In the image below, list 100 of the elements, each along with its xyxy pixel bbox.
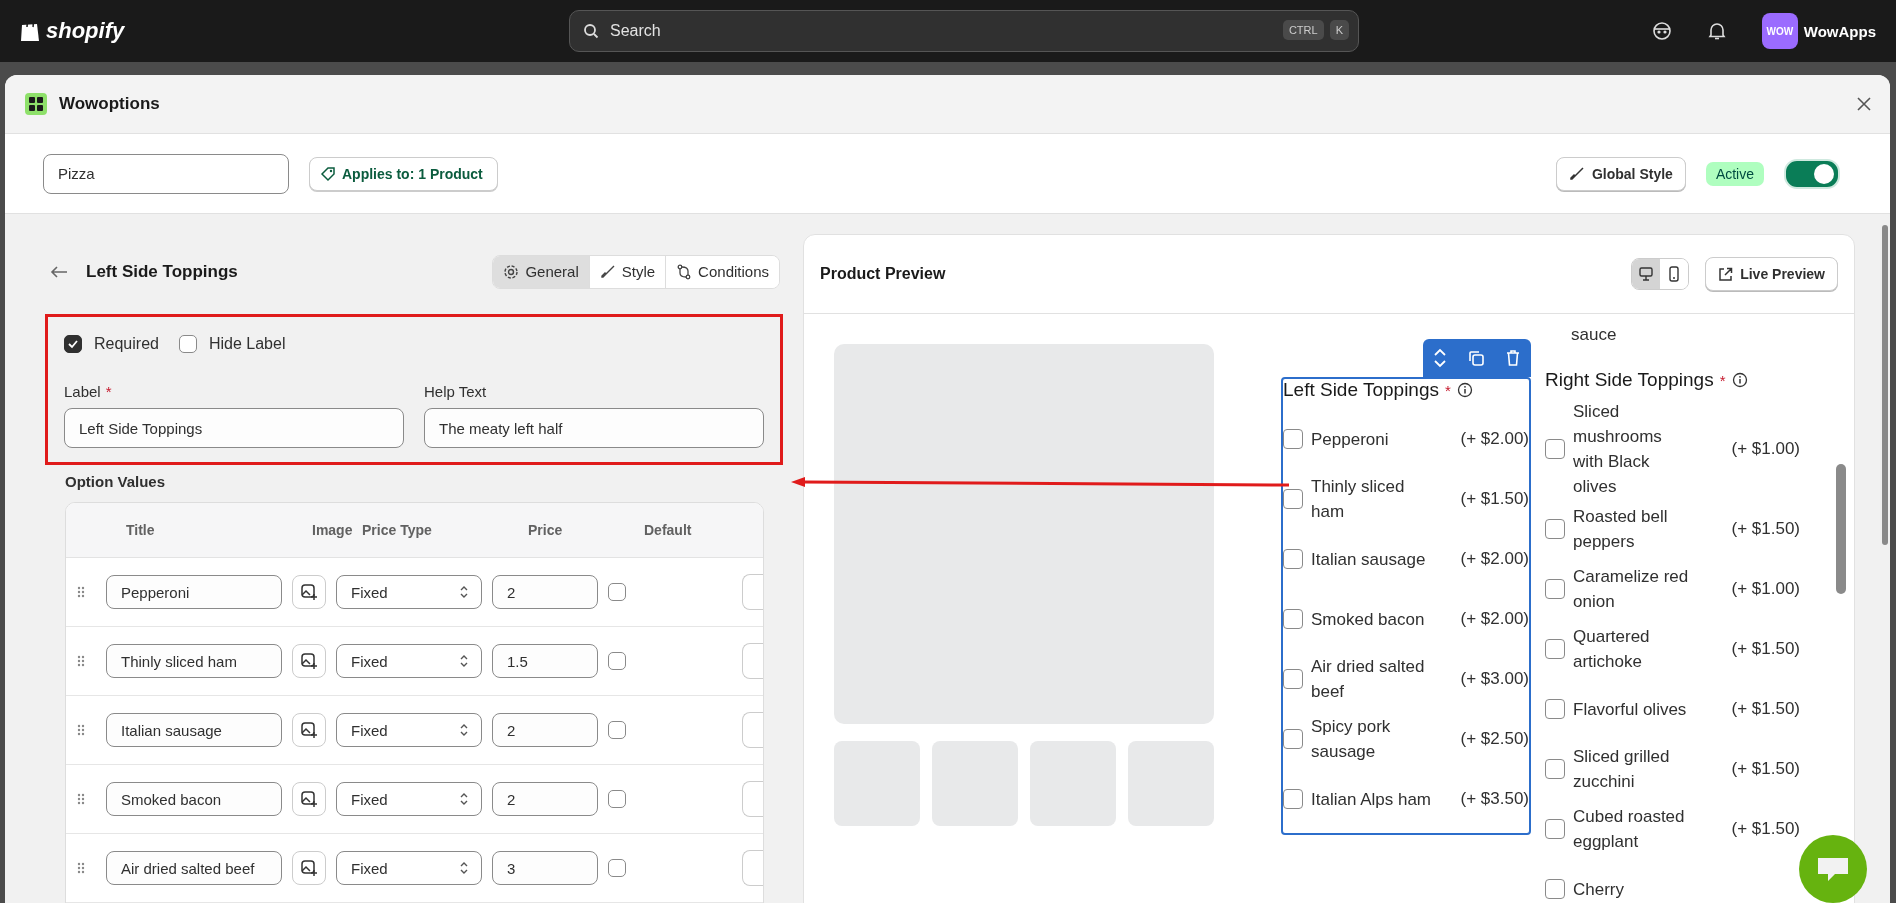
- name-field[interactable]: Pizza: [43, 153, 289, 194]
- scrollbar[interactable]: [1882, 225, 1888, 545]
- chevron-up-down-icon: [459, 584, 469, 600]
- label-field[interactable]: Left Side Toppings: [64, 408, 404, 448]
- duplicate-icon[interactable]: [1467, 349, 1485, 367]
- view-mode-button[interactable]: [1632, 259, 1661, 289]
- option-price: (+ $1.50): [1731, 519, 1800, 539]
- title-field[interactable]: Smoked bacon: [106, 782, 282, 816]
- checkbox-label: Required: [94, 335, 159, 353]
- option-group-title: Left Side Toppings: [1283, 379, 1439, 401]
- option-label: Thinly sliced ham: [1311, 476, 1406, 523]
- gear-icon: [503, 263, 520, 280]
- checkbox[interactable]: [1545, 519, 1565, 539]
- checkbox[interactable]: [1545, 759, 1565, 779]
- price-field[interactable]: 2: [492, 575, 598, 609]
- option-price: (+ $1.50): [1731, 699, 1800, 719]
- option-label: Sliced mushrooms with Black olives: [1573, 401, 1663, 498]
- option-label: Sliced grilled zucchini: [1573, 746, 1671, 793]
- chevron-up-down-icon: [459, 653, 469, 669]
- checkbox-label: Hide Label: [208, 335, 286, 353]
- add-image-button[interactable]: [292, 782, 326, 816]
- modal-title: Wowoptions: [59, 94, 160, 114]
- tab[interactable]: General: [493, 255, 590, 288]
- checkbox[interactable]: [64, 335, 82, 353]
- mask-icon[interactable]: [1651, 21, 1672, 41]
- option-price: (+ $2.50): [1460, 729, 1529, 749]
- checkbox[interactable]: [1545, 819, 1565, 839]
- price-type-select[interactable]: Fixed: [336, 851, 482, 885]
- image-add-icon: [300, 652, 318, 670]
- brush-icon: [1568, 165, 1585, 182]
- add-image-button[interactable]: [292, 644, 326, 678]
- title-field[interactable]: Thinly sliced ham: [106, 644, 282, 678]
- option-label: Italian Alps ham: [1311, 788, 1432, 811]
- selected-option-group[interactable]: [1281, 377, 1531, 835]
- back-arrow-icon[interactable]: [50, 264, 68, 279]
- option-price: (+ $1.50): [1731, 819, 1800, 839]
- checkbox[interactable]: [608, 721, 626, 739]
- price-field[interactable]: 2: [492, 782, 598, 816]
- checkbox[interactable]: [1283, 429, 1303, 449]
- required-mark: *: [1719, 371, 1726, 389]
- price-type-select[interactable]: Fixed: [336, 575, 482, 609]
- brand-name[interactable]: shopify: [46, 18, 125, 44]
- checkbox[interactable]: [1545, 579, 1565, 599]
- branch-icon: [676, 263, 693, 280]
- store-avatar[interactable]: WOW: [1761, 13, 1798, 49]
- price-field[interactable]: 2: [492, 713, 598, 747]
- price-type-select[interactable]: Fixed: [336, 713, 482, 747]
- active-toggle[interactable]: [1784, 158, 1840, 189]
- title-field[interactable]: Air dried salted beef: [106, 851, 282, 885]
- checkbox[interactable]: [1283, 489, 1303, 509]
- option-label: Italian sausage: [1311, 548, 1427, 571]
- store-name[interactable]: WowApps: [1803, 22, 1876, 40]
- option-label: Caramelize red onion: [1573, 566, 1690, 613]
- option-price: (+ $1.50): [1460, 489, 1529, 509]
- close-icon[interactable]: [1856, 96, 1872, 112]
- trash-icon[interactable]: [1505, 349, 1521, 367]
- global-style-button[interactable]: Global Style: [1555, 156, 1686, 191]
- checkbox[interactable]: [1545, 879, 1565, 899]
- add-image-button[interactable]: [292, 575, 326, 609]
- checkbox[interactable]: [1283, 729, 1303, 749]
- live-preview-button[interactable]: Live Preview: [1705, 257, 1838, 291]
- checkbox[interactable]: [1283, 789, 1303, 809]
- move-icon[interactable]: [1433, 347, 1447, 369]
- column-header: Default: [644, 522, 692, 538]
- price-field[interactable]: 1.5: [492, 644, 598, 678]
- checkbox[interactable]: [608, 583, 626, 601]
- title-field[interactable]: Pepperoni: [106, 575, 282, 609]
- checkbox[interactable]: [1545, 439, 1565, 459]
- option-label: Cherry: [1573, 878, 1625, 901]
- applies-to-button[interactable]: Applies to: 1 Product: [309, 156, 498, 191]
- option-label: Spicy pork sausage: [1311, 716, 1392, 763]
- checkbox[interactable]: [1545, 699, 1565, 719]
- info-icon: [1731, 372, 1748, 388]
- price-field[interactable]: 3: [492, 851, 598, 885]
- option-price: (+ $2.00): [1460, 549, 1529, 569]
- column-header: Price: [527, 522, 564, 538]
- field-label: Help Text: [424, 383, 487, 400]
- title-field[interactable]: Italian sausage: [106, 713, 282, 747]
- brush-icon: [599, 263, 616, 280]
- price-type-select[interactable]: Fixed: [336, 644, 482, 678]
- checkbox[interactable]: [608, 652, 626, 670]
- desktop-icon: [1638, 266, 1655, 282]
- required-mark: *: [1445, 381, 1451, 399]
- option-price: (+ $3.50): [1460, 789, 1529, 809]
- price-type-select[interactable]: Fixed: [336, 782, 482, 816]
- info-icon: [1456, 382, 1473, 398]
- checkbox[interactable]: [1283, 549, 1303, 569]
- help-text-field[interactable]: The meaty left half: [424, 408, 764, 448]
- checkbox[interactable]: [608, 859, 626, 877]
- checkbox[interactable]: [178, 335, 197, 353]
- checkbox[interactable]: [1545, 639, 1565, 659]
- checkbox[interactable]: [1283, 609, 1303, 629]
- bell-icon[interactable]: [1707, 21, 1726, 41]
- checkbox[interactable]: [1283, 669, 1303, 689]
- add-image-button[interactable]: [292, 851, 326, 885]
- option-price: (+ $2.00): [1460, 609, 1529, 629]
- add-image-button[interactable]: [292, 713, 326, 747]
- column-header: Image: [312, 522, 352, 538]
- status-badge: Active: [1705, 161, 1764, 186]
- checkbox[interactable]: [608, 790, 626, 808]
